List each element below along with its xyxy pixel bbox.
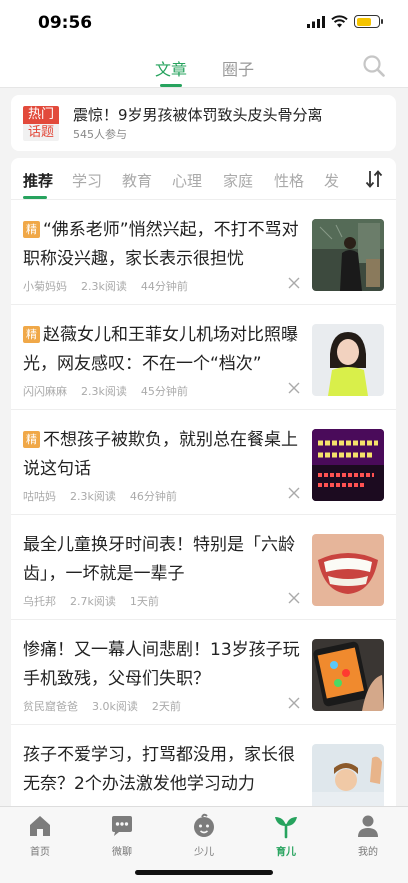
article-title[interactable]: 惨痛！又一幕人间悲剧！13岁孩子玩手机致残，父母们失职？ <box>23 636 303 694</box>
article-thumbnail[interactable] <box>312 429 384 501</box>
article-meta: 闪闪麻麻 2.3k阅读 45分钟前 <box>23 383 188 399</box>
status-bar: 09:56 <box>0 0 408 46</box>
hot-badge-label: 热门 <box>23 106 59 124</box>
nav-item-parenting[interactable]: 育儿 <box>256 813 316 858</box>
article-meta: 乌托邦 2.7k阅读 1天前 <box>23 593 159 609</box>
featured-badge: 精 <box>23 221 40 238</box>
hot-topic-participants: 545人参与 <box>73 128 127 141</box>
featured-badge: 精 <box>23 431 40 448</box>
article-thumbnail[interactable] <box>312 219 384 291</box>
dismiss-icon[interactable] <box>287 696 301 710</box>
article-item[interactable]: 孩子不爱学习，打骂都没用，家长很无奈？2个办法激发他学习动力 <box>11 725 396 818</box>
article-author: 小菊妈妈 <box>23 280 67 293</box>
tab-articles[interactable]: 文章 <box>155 56 187 80</box>
article-thumbnail[interactable] <box>312 324 384 396</box>
nav-label-home: 首页 <box>30 847 50 858</box>
home-icon <box>30 816 50 836</box>
sprout-icon <box>275 817 297 839</box>
hot-topic-card[interactable]: 热门 话题 震惊！9岁男孩被体罚致头皮头骨分离 545人参与 <box>11 95 396 151</box>
dismiss-icon[interactable] <box>287 276 301 290</box>
wifi-icon <box>331 15 348 28</box>
article-time: 45分钟前 <box>140 385 188 398</box>
category-tab-study[interactable]: 学习 <box>72 170 102 191</box>
topic-badge-label: 话题 <box>23 124 59 141</box>
signal-icon <box>307 15 325 28</box>
article-author: 贫民窟爸爸 <box>23 700 78 713</box>
article-reads: 2.3k阅读 <box>81 280 127 293</box>
article-title[interactable]: 精不想孩子被欺负，就别总在餐桌上说这句话 <box>23 426 303 484</box>
nav-label-parenting: 育儿 <box>276 847 296 858</box>
nav-item-me[interactable]: 我的 <box>338 813 398 858</box>
chat-icon <box>112 816 132 836</box>
child-face-icon <box>194 813 214 837</box>
hot-topic-title[interactable]: 震惊！9岁男孩被体罚致头皮头骨分离 <box>73 104 323 125</box>
article-thumbnail[interactable] <box>312 639 384 711</box>
article-reads: 2.3k阅读 <box>81 385 127 398</box>
article-item[interactable]: 精不想孩子被欺负，就别总在餐桌上说这句话 咕咕妈 2.3k阅读 46分钟前 <box>11 410 396 515</box>
article-item[interactable]: 精 “佛系老师”悄然兴起，不打不骂对职称没兴趣，家长表示很担忧 小菊妈妈 2.3k… <box>11 200 396 305</box>
status-time: 09:56 <box>38 13 93 33</box>
article-item[interactable]: 最全儿童换牙时间表！特别是「六龄齿」，一坏就是一辈子 乌托邦 2.7k阅读 1天… <box>11 515 396 620</box>
nav-item-home[interactable]: 首页 <box>10 813 70 858</box>
article-meta: 贫民窟爸爸 3.0k阅读 2天前 <box>23 698 181 714</box>
article-meta: 咕咕妈 2.3k阅读 46分钟前 <box>23 488 177 504</box>
home-indicator[interactable] <box>135 870 273 875</box>
article-title[interactable]: 精赵薇女儿和王菲女儿机场对比照曝光，网友感叹：不在一个“档次” <box>23 321 303 379</box>
person-icon <box>358 815 378 837</box>
tab-circles[interactable]: 圈子 <box>222 56 254 80</box>
category-tab-development[interactable]: 发 <box>324 170 339 191</box>
article-time: 2天前 <box>151 700 181 713</box>
nav-item-chat[interactable]: 微聊 <box>92 813 152 858</box>
nav-label-me: 我的 <box>358 847 378 858</box>
status-icons <box>307 15 383 28</box>
nav-label-chat: 微聊 <box>112 847 132 858</box>
article-title[interactable]: 孩子不爱学习，打骂都没用，家长很无奈？2个办法激发他学习动力 <box>23 741 303 799</box>
article-author: 乌托邦 <box>23 595 56 608</box>
category-tab-education[interactable]: 教育 <box>122 170 152 191</box>
article-title[interactable]: 最全儿童换牙时间表！特别是「六龄齿」，一坏就是一辈子 <box>23 531 303 589</box>
category-tab-family[interactable]: 家庭 <box>223 170 253 191</box>
search-icon[interactable] <box>362 54 386 78</box>
article-meta: 小菊妈妈 2.3k阅读 44分钟前 <box>23 278 188 294</box>
category-tab-psychology[interactable]: 心理 <box>172 170 202 191</box>
article-reads: 3.0k阅读 <box>92 700 138 713</box>
dismiss-icon[interactable] <box>287 381 301 395</box>
article-time: 1天前 <box>129 595 159 608</box>
article-time: 44分钟前 <box>140 280 188 293</box>
bottom-nav: 首页 微聊 少儿 育儿 我的 <box>0 806 408 883</box>
article-time: 46分钟前 <box>129 490 177 503</box>
article-item[interactable]: 惨痛！又一幕人间悲剧！13岁孩子玩手机致残，父母们失职？ 贫民窟爸爸 3.0k阅… <box>11 620 396 725</box>
article-title[interactable]: 精 “佛系老师”悄然兴起，不打不骂对职称没兴趣，家长表示很担忧 <box>23 216 303 274</box>
article-thumbnail[interactable] <box>312 534 384 606</box>
featured-badge: 精 <box>23 326 40 343</box>
nav-item-children[interactable]: 少儿 <box>174 813 234 858</box>
hot-topic-badge: 热门 话题 <box>23 106 59 141</box>
category-active-underline <box>23 196 47 199</box>
dismiss-icon[interactable] <box>287 591 301 605</box>
top-tab-bar: 文章 圈子 <box>0 46 408 88</box>
article-reads: 2.7k阅读 <box>70 595 116 608</box>
active-tab-underline <box>160 84 182 87</box>
article-item[interactable]: 精赵薇女儿和王菲女儿机场对比照曝光，网友感叹：不在一个“档次” 闪闪麻麻 2.3… <box>11 305 396 410</box>
category-tab-personality[interactable]: 性格 <box>274 170 304 191</box>
sort-arrows-icon[interactable] <box>362 168 386 190</box>
article-reads: 2.3k阅读 <box>70 490 116 503</box>
battery-icon <box>354 15 383 28</box>
article-author: 咕咕妈 <box>23 490 56 503</box>
article-feed: 推荐 学习 教育 心理 家庭 性格 发 精 “佛系老师”悄然兴起，不打不骂对职称没… <box>11 158 396 818</box>
category-tab-recommend[interactable]: 推荐 <box>23 170 53 191</box>
nav-label-children: 少儿 <box>194 847 214 858</box>
category-tabs: 推荐 学习 教育 心理 家庭 性格 发 <box>11 158 396 200</box>
article-author: 闪闪麻麻 <box>23 385 67 398</box>
dismiss-icon[interactable] <box>287 486 301 500</box>
